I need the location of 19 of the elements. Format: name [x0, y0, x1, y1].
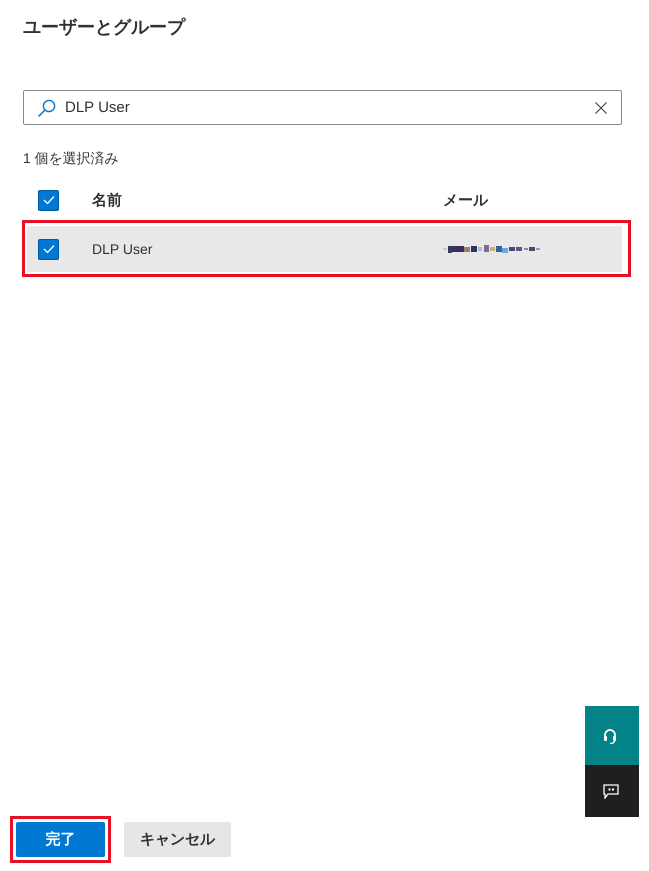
- table-row[interactable]: DLP User: [27, 226, 622, 272]
- column-header[interactable]: 名前: [92, 190, 122, 210]
- action-button[interactable]: 完了: [16, 822, 105, 857]
- selection-count: 1 個を選択済み: [23, 149, 119, 168]
- close-icon[interactable]: [595, 102, 607, 114]
- headset-icon: [603, 728, 617, 744]
- table-cell: DLP User: [92, 241, 152, 257]
- panel-title: ユーザーとグループ: [23, 16, 185, 39]
- select-all-checkbox[interactable]: [38, 190, 59, 210]
- search-field[interactable]: DLP User: [23, 90, 622, 125]
- search-icon: [38, 98, 56, 116]
- checkmark-icon: [42, 244, 54, 254]
- search-input[interactable]: DLP User: [65, 99, 586, 116]
- row-checkbox[interactable]: [38, 238, 59, 260]
- chat-bubble-icon: [603, 784, 619, 798]
- action-button[interactable]: キャンセル: [124, 822, 231, 857]
- column-header[interactable]: メール: [443, 190, 488, 210]
- checkmark-icon: [42, 195, 54, 205]
- feedback-button[interactable]: [585, 765, 639, 817]
